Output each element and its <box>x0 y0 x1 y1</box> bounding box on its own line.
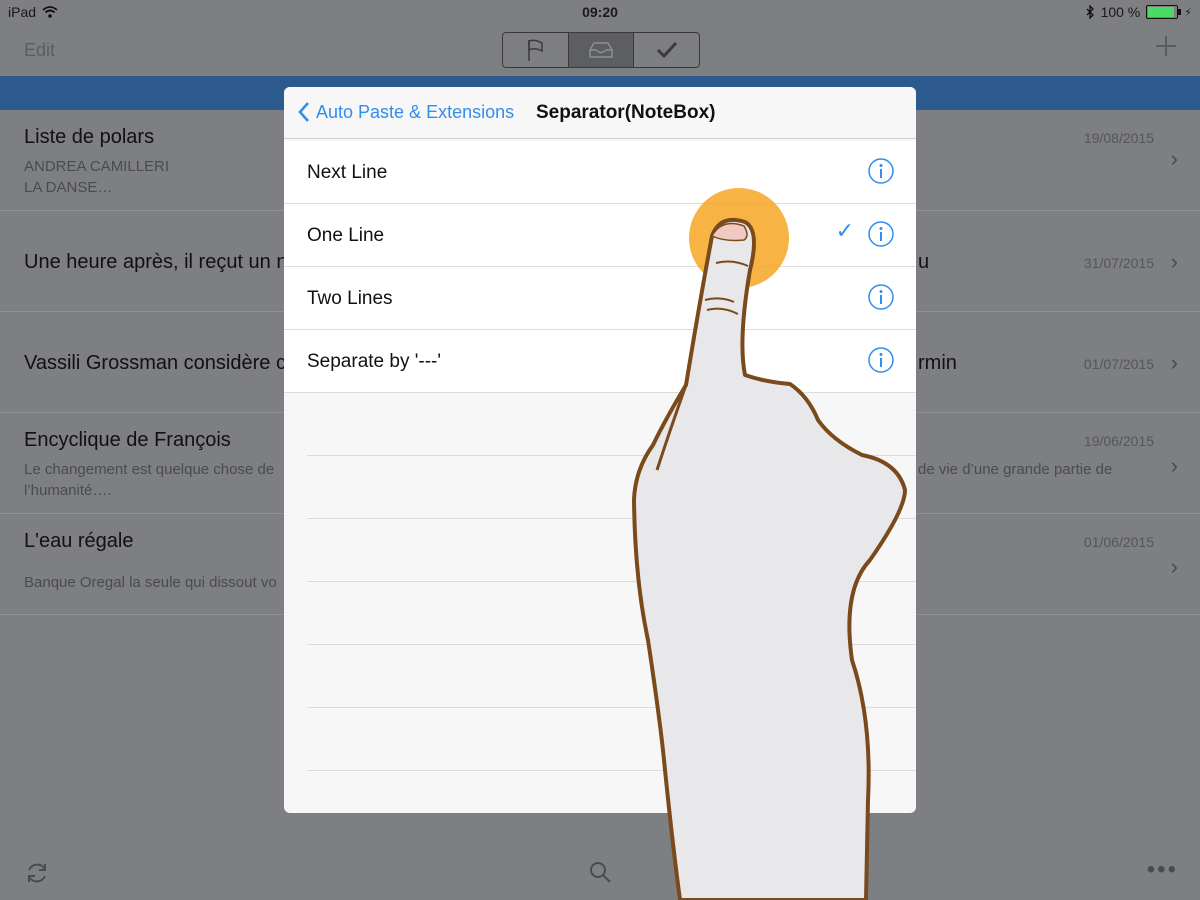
info-icon[interactable] <box>868 221 894 247</box>
battery-icon <box>1146 5 1182 19</box>
nav-bar: Edit <box>0 24 1200 76</box>
note-title: L'eau régale <box>24 530 134 552</box>
status-right: 100 % ⚡ <box>1086 4 1192 20</box>
option-next-line[interactable]: Next Line <box>284 141 916 204</box>
option-two-lines[interactable]: Two Lines <box>284 267 916 330</box>
segment-inbox[interactable] <box>568 33 635 67</box>
note-title-tail: rmin <box>918 352 957 374</box>
ellipsis-icon: ••• <box>1146 856 1178 883</box>
empty-row <box>307 519 916 582</box>
note-title: Vassili Grossman considère c <box>24 352 286 374</box>
flag-icon <box>528 39 544 61</box>
empty-row <box>307 708 916 771</box>
note-preview-line: LA DANSE… <box>24 179 113 196</box>
bluetooth-icon <box>1086 5 1094 19</box>
battery-percent: 100 % <box>1100 4 1141 20</box>
option-label: Separate by '---' <box>307 351 441 372</box>
note-date: 19/06/2015 <box>1083 433 1154 449</box>
info-icon[interactable] <box>868 284 894 310</box>
chevron-right-icon: › <box>1170 453 1178 478</box>
note-title-tail: u <box>918 251 930 273</box>
note-preview-line: Banque Oregal la seule qui dissout vo <box>24 574 277 591</box>
note-title: Liste de polars <box>24 126 155 148</box>
note-date: 01/06/2015 <box>1083 534 1154 550</box>
inbox-icon <box>589 42 613 58</box>
empty-row <box>307 393 916 456</box>
option-label: One Line <box>307 225 385 246</box>
plus-icon <box>1156 36 1176 56</box>
note-preview-line: Le changement est quelque chose de <box>24 461 275 478</box>
chevron-right-icon: › <box>1170 554 1178 579</box>
note-title: Une heure après, il reçut un n <box>24 251 288 273</box>
sync-button[interactable] <box>24 860 50 891</box>
note-date: 31/07/2015 <box>1083 255 1154 271</box>
empty-row <box>307 456 916 519</box>
checkmark-icon: ✓ <box>835 218 854 243</box>
search-icon <box>590 862 611 883</box>
note-preview-line: l’humanité…. <box>24 482 112 499</box>
empty-row <box>307 645 916 708</box>
option-separate-by-dashes[interactable]: Separate by '---' <box>284 330 916 393</box>
popover-title: Separator(NoteBox) <box>536 102 716 123</box>
option-label: Two Lines <box>307 288 393 309</box>
empty-row <box>307 582 916 645</box>
clock: 09:20 <box>582 4 618 20</box>
add-note-button[interactable] <box>1154 34 1178 64</box>
bottom-toolbar: ••• <box>0 848 1200 900</box>
chevron-right-icon: › <box>1170 249 1178 274</box>
note-preview-tail: de vie d’une grande partie de <box>918 461 1113 478</box>
chevron-right-icon: › <box>1170 146 1178 171</box>
more-button[interactable]: ••• <box>1147 856 1178 884</box>
charging-icon: ⚡ <box>1184 6 1192 19</box>
option-one-line[interactable]: One Line ✓ <box>284 204 916 267</box>
status-bar: iPad 09:20 100 % ⚡ <box>0 0 1200 24</box>
info-icon[interactable] <box>868 347 894 373</box>
segment-flagged[interactable] <box>503 33 569 67</box>
search-button[interactable] <box>588 860 612 889</box>
info-icon[interactable] <box>868 158 894 184</box>
edit-button[interactable]: Edit <box>24 40 55 61</box>
separator-popover: Auto Paste & Extensions Separator(NoteBo… <box>284 87 916 813</box>
segment-done[interactable] <box>634 33 699 67</box>
note-title: Encyclique de François <box>24 429 231 451</box>
popover-header: Auto Paste & Extensions Separator(NoteBo… <box>284 87 916 139</box>
option-label: Next Line <box>307 162 388 183</box>
chevron-right-icon: › <box>1170 350 1178 375</box>
note-date: 19/08/2015 <box>1083 130 1154 146</box>
refresh-icon <box>28 863 46 883</box>
note-date: 01/07/2015 <box>1083 356 1154 372</box>
separator-options: Next Line One Line ✓ Two Lines Separate … <box>284 141 916 771</box>
chevron-left-icon <box>298 102 309 122</box>
battery-level <box>1148 7 1175 17</box>
checkmark-icon <box>656 41 677 59</box>
back-button[interactable]: Auto Paste & Extensions <box>298 101 514 123</box>
note-preview-line: ANDREA CAMILLERI <box>24 158 170 175</box>
back-label: Auto Paste & Extensions <box>316 101 515 122</box>
filter-segmented-control <box>502 32 700 68</box>
